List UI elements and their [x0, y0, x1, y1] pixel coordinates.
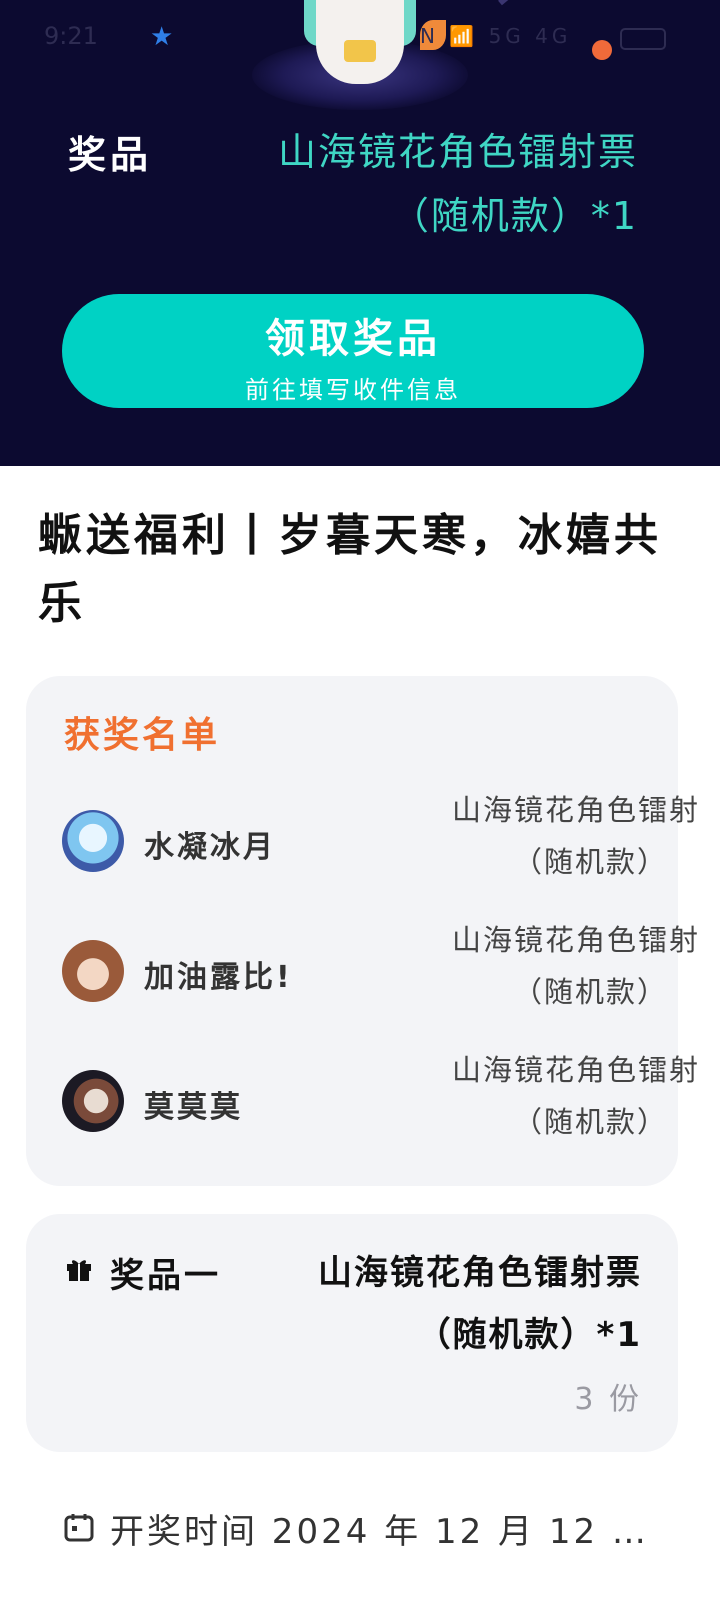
calendar-icon	[64, 1514, 94, 1542]
winners-title: 获奖名单	[64, 715, 221, 756]
star-icon: ★	[150, 22, 174, 52]
winner-prize: 山海镜花角色镭射 （随机款）	[400, 914, 700, 1018]
winner-prize-line2: （随机款）	[512, 845, 668, 879]
status-bar: 9:21 ★ N 📶 5G 4G	[0, 0, 720, 76]
prize-card-name: 山海镜花角色镭射票（随机款）*1	[318, 1253, 642, 1355]
winner-prize: 山海镜花角色镭射 （随机款）	[400, 1044, 700, 1148]
list-item[interactable]: 水凝冰月 山海镜花角色镭射 （随机款）	[26, 793, 698, 910]
winner-prize: 山海镜花角色镭射 （随机款）	[400, 784, 700, 888]
avatar[interactable]	[62, 1070, 124, 1132]
prize-name: 山海镜花角色镭射票（随机款）*1	[277, 130, 638, 238]
gift-icon	[67, 1260, 91, 1281]
claim-button-title: 领取奖品	[265, 316, 441, 362]
notification-dot-icon	[592, 40, 612, 60]
status-icons: N 📶 5G 4G	[420, 24, 572, 48]
winner-prize-line2: （随机款）	[512, 1105, 668, 1139]
claim-button-subtitle: 前往填写收件信息	[245, 376, 461, 404]
winner-prize-line1: 山海镜花角色镭射	[451, 923, 700, 957]
winner-prize-line2: （随机款）	[512, 975, 668, 1009]
prize-card-label: 奖品一	[110, 1256, 221, 1296]
prize-card-count: 3 份	[574, 1382, 642, 1417]
avatar[interactable]	[62, 940, 124, 1002]
winner-name: 加油露比!	[144, 960, 293, 995]
winner-prize-line1: 山海镜花角色镭射	[451, 793, 700, 827]
winner-name: 莫莫莫	[144, 1090, 243, 1125]
hero-banner: 9:21 ★ N 📶 5G 4G 奖品 山海镜花角色镭射票（随机款）*1 领取奖…	[0, 0, 720, 466]
claim-prize-button[interactable]: 领取奖品 前往填写收件信息	[62, 294, 644, 408]
status-time: 9:21	[44, 22, 98, 50]
list-item[interactable]: 莫莫莫 山海镜花角色镭射 （随机款）	[26, 1053, 698, 1170]
winners-card: 获奖名单 水凝冰月 山海镜花角色镭射 （随机款） 加油露比! 山海镜花角色镭射 …	[26, 676, 698, 1186]
battery-icon	[620, 28, 666, 50]
page-title: 蝂送福利丨岁暮天寒，冰嬉共乐	[38, 510, 662, 629]
prize-label: 奖品	[68, 133, 153, 177]
prize-detail-card: 奖品一 山海镜花角色镭射票（随机款）*1 3 份	[26, 1214, 678, 1452]
list-item[interactable]: 加油露比! 山海镜花角色镭射 （随机款）	[26, 923, 698, 1040]
winner-name: 水凝冰月	[144, 830, 276, 865]
winner-prize-line1: 山海镜花角色镭射	[451, 1053, 700, 1087]
avatar[interactable]	[62, 810, 124, 872]
draw-time: 开奖时间 2024 年 12 月 12 …	[110, 1512, 649, 1552]
